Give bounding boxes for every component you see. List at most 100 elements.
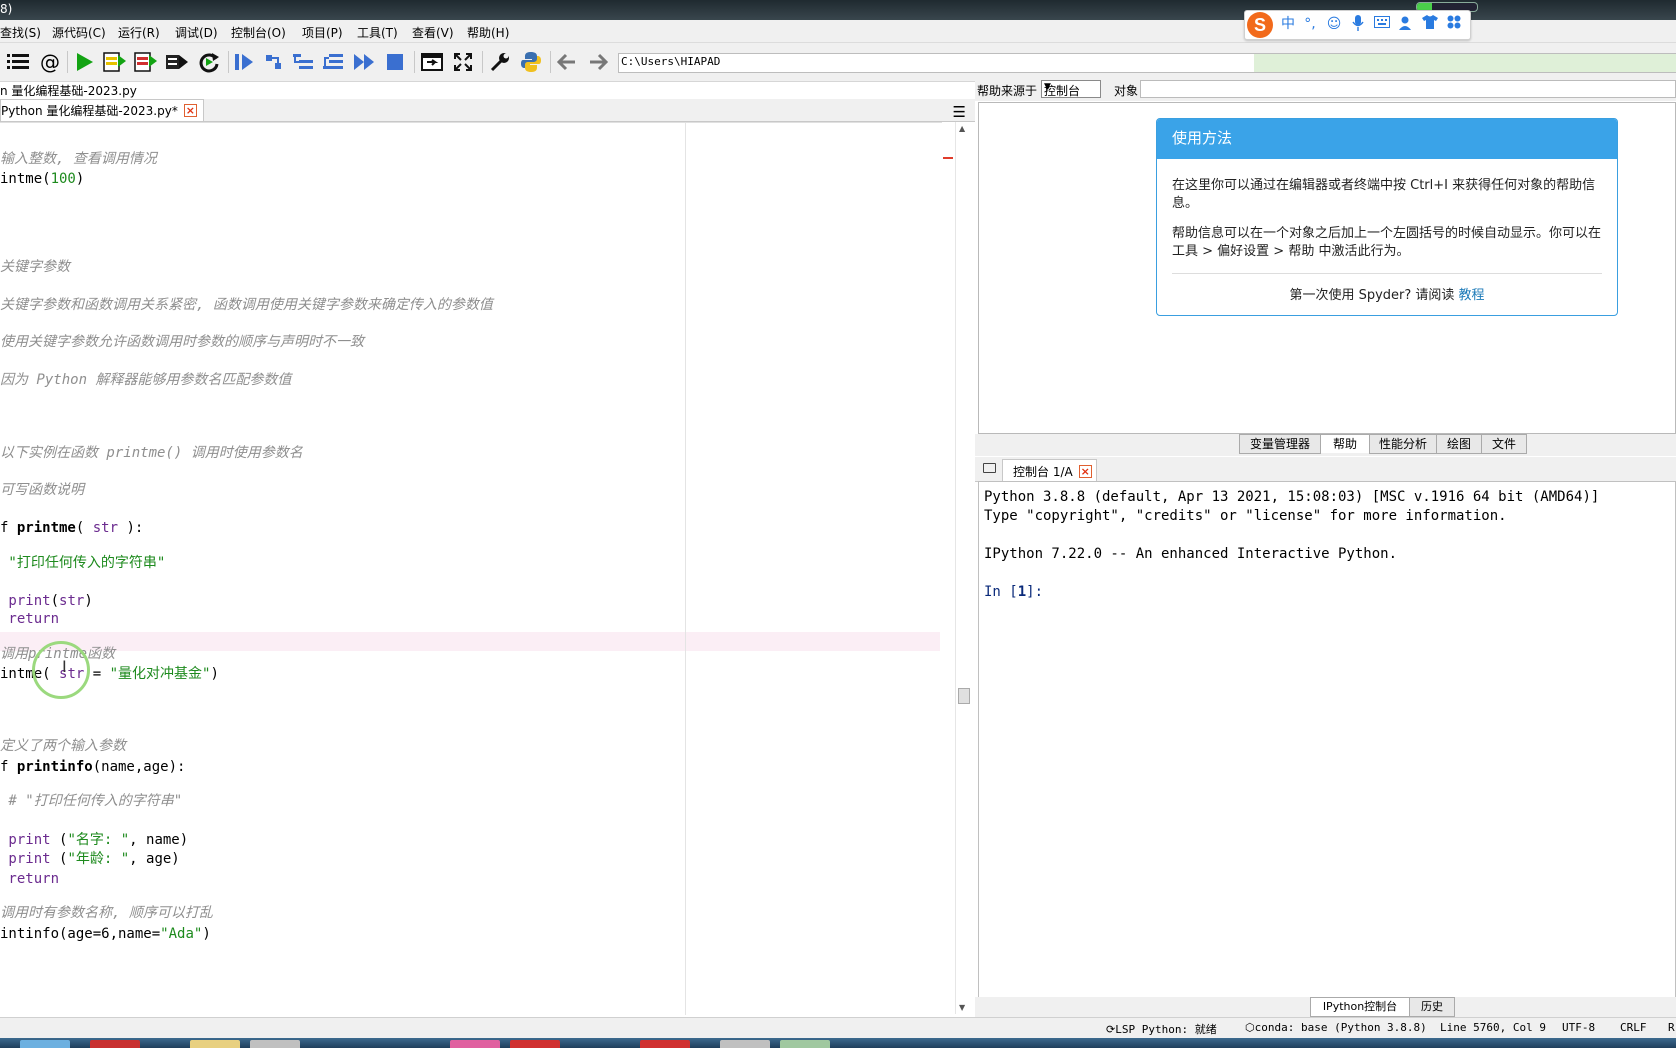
taskbar-item[interactable]	[720, 1040, 770, 1048]
step-into-icon[interactable]	[292, 50, 316, 74]
run-cell-advance-icon[interactable]	[134, 50, 158, 74]
code-token: printinfo	[16, 759, 93, 775]
console-line: Type "copyright", "credits" or "license"…	[984, 508, 1507, 524]
at-icon[interactable]: @	[38, 50, 62, 74]
menu-console[interactable]: 控制台(O)	[231, 24, 286, 41]
ime-emoji-icon[interactable]: ☺	[1325, 15, 1343, 33]
editor-tab[interactable]: Python 量化编程基础-2023.py* ×	[0, 99, 204, 121]
console-tab[interactable]: 控制台 1/A ×	[1002, 459, 1097, 482]
grid-icon[interactable]	[1445, 15, 1463, 33]
rerun-icon[interactable]	[197, 50, 221, 74]
code-token: 输入整数, 查看调用情况	[0, 151, 157, 167]
menu-run[interactable]: 运行(R)	[118, 24, 160, 41]
code-line: 关键字参数和函数调用关系紧密, 函数调用使用关键字参数来确定传入的参数值	[0, 296, 493, 314]
code-line: print(str)	[0, 592, 92, 610]
editor-scrollbar[interactable]: ▲ ▼	[955, 122, 972, 1014]
tab-ipython-console[interactable]: IPython控制台	[1310, 997, 1410, 1017]
taskbar-item[interactable]	[450, 1040, 500, 1048]
shirt-icon[interactable]	[1421, 15, 1439, 33]
scroll-thumb[interactable]	[958, 688, 970, 704]
tab-history[interactable]: 历史	[1409, 997, 1455, 1017]
taskbar-item[interactable]	[780, 1040, 830, 1048]
taskbar-item[interactable]	[510, 1040, 560, 1048]
user-icon[interactable]	[1397, 15, 1415, 33]
sogou-logo-icon[interactable]: S	[1247, 12, 1273, 38]
code-line: print ("年龄: ", age)	[0, 850, 179, 868]
stop-icon[interactable]	[383, 50, 407, 74]
ipython-console[interactable]: Python 3.8.8 (default, Apr 13 2021, 15:0…	[978, 481, 1676, 998]
code-token: 以下实例在函数 printme() 调用时使用参数名	[0, 445, 303, 461]
step-icon[interactable]	[262, 50, 286, 74]
folder-icon[interactable]	[983, 463, 996, 473]
help-source-select[interactable]: 控制台 ▼	[1041, 80, 1101, 98]
code-token: return	[0, 611, 60, 627]
back-icon[interactable]	[555, 50, 579, 74]
taskbar-item[interactable]	[20, 1040, 70, 1048]
menu-tools[interactable]: 工具(T)	[357, 24, 398, 41]
run-selection-icon[interactable]	[165, 50, 189, 74]
hamburger-menu-icon[interactable]: ☰	[953, 103, 966, 121]
mic-icon[interactable]	[1349, 15, 1367, 33]
python-path-icon[interactable]	[519, 50, 543, 74]
code-token: (	[50, 593, 60, 609]
tab-plots[interactable]: 绘图	[1436, 434, 1482, 454]
code-token: "年龄: "	[67, 851, 130, 867]
ime-chinese-mode[interactable]: 中	[1279, 15, 1297, 33]
code-editor[interactable]: 输入整数, 查看调用情况 intme(100) 关键字参数 关键字参数和函数调用关系紧…	[0, 122, 942, 1015]
run-icon[interactable]	[72, 50, 96, 74]
code-token: )	[210, 666, 219, 682]
taskbar-item[interactable]	[90, 1040, 140, 1048]
code-line: 因为 Python 解释器能够用参数名匹配参数值	[0, 371, 291, 389]
menu-debug[interactable]: 调试(D)	[175, 24, 218, 41]
scroll-up-icon[interactable]: ▲	[959, 124, 965, 133]
code-token: 调用时有参数名称, 顺序可以打乱	[0, 905, 213, 921]
chevron-down-icon: ▼	[1044, 82, 1051, 92]
preferences-icon[interactable]	[488, 50, 512, 74]
code-token: print	[0, 851, 51, 867]
code-token: f	[0, 759, 17, 775]
maximize-pane-icon[interactable]	[420, 50, 444, 74]
code-token: (	[50, 832, 68, 848]
step-return-icon[interactable]	[322, 50, 346, 74]
tab-variable-explorer[interactable]: 变量管理器	[1239, 434, 1321, 454]
code-token: 可写函数说明	[0, 482, 84, 498]
debug-icon[interactable]	[232, 50, 256, 74]
fullscreen-icon[interactable]	[451, 50, 475, 74]
code-token: printme	[16, 520, 76, 536]
continue-icon[interactable]	[352, 50, 376, 74]
menu-search[interactable]: 查找(S)	[0, 24, 41, 41]
working-directory-input[interactable]: C:\Users\HIAPAD	[618, 53, 1676, 73]
menu-help[interactable]: 帮助(H)	[467, 24, 509, 41]
code-token: (	[75, 520, 93, 536]
usage-card: 使用方法 在这里你可以通过在编辑器或者终端中按 Ctrl+I 来获得任何对象的帮…	[1156, 118, 1618, 316]
code-token: (name,age):	[92, 759, 186, 775]
console-line: Python 3.8.8 (default, Apr 13 2021, 15:0…	[984, 489, 1600, 505]
main-toolbar: @ C:\Users\HIAPAD	[0, 43, 1676, 82]
code-token: , name)	[129, 832, 189, 848]
keyboard-icon[interactable]	[1373, 15, 1391, 33]
list-icon[interactable]	[6, 50, 30, 74]
close-console-icon[interactable]: ×	[1078, 464, 1092, 478]
tab-help[interactable]: 帮助	[1320, 434, 1370, 453]
file-encoding: UTF-8	[1562, 1021, 1596, 1034]
menu-project[interactable]: 项目(P)	[302, 24, 343, 41]
scroll-down-icon[interactable]: ▼	[959, 1003, 965, 1012]
tab-profiler[interactable]: 性能分析	[1369, 434, 1437, 454]
console-bottom-tab-bar: IPython控制台 历史	[975, 997, 1676, 1017]
forward-icon[interactable]	[586, 50, 610, 74]
current-line-highlight	[0, 632, 940, 651]
close-tab-icon[interactable]: ×	[183, 104, 197, 117]
taskbar-item[interactable]	[250, 1040, 300, 1048]
console-prompt[interactable]: In [1]:	[984, 584, 1043, 600]
menu-view[interactable]: 查看(V)	[412, 24, 454, 41]
tab-files[interactable]: 文件	[1481, 434, 1527, 454]
code-line: intme(100)	[0, 170, 84, 188]
ime-punctuation[interactable]: °,	[1301, 15, 1319, 33]
usage-footer-text: 第一次使用 Spyder? 请阅读	[1289, 288, 1459, 303]
help-object-input[interactable]	[1140, 80, 1676, 98]
menu-source[interactable]: 源代码(C)	[52, 24, 106, 41]
run-cell-icon[interactable]	[103, 50, 127, 74]
tutorial-link[interactable]: 教程	[1459, 288, 1485, 303]
taskbar-item[interactable]	[640, 1040, 690, 1048]
taskbar-item[interactable]	[190, 1040, 240, 1048]
